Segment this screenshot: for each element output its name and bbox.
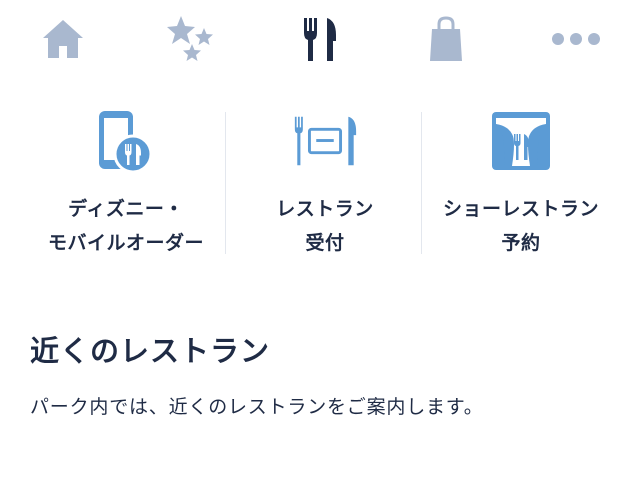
home-icon bbox=[43, 20, 83, 58]
nav-magic-button[interactable] bbox=[158, 8, 222, 70]
restaurant-features: ディズニー・ モバイルオーダー レストラン 受付 ショーレストラン 予約 bbox=[0, 108, 640, 258]
top-navigation bbox=[0, 0, 640, 78]
restaurant-reception-button[interactable]: レストラン 受付 bbox=[225, 108, 425, 258]
fork-knife-icon bbox=[304, 18, 336, 61]
show-restaurant-button[interactable]: ショーレストラン 予約 bbox=[421, 108, 621, 258]
stars-icon bbox=[167, 16, 213, 61]
restaurant-reception-icon bbox=[294, 116, 357, 166]
restaurant-reception-label-line1: レストラン bbox=[276, 198, 374, 220]
nav-more-button[interactable] bbox=[544, 8, 608, 70]
nearby-restaurants-description: パーク内では、近くのレストランをご案内します。 bbox=[30, 396, 484, 418]
mobile-order-icon bbox=[99, 111, 153, 174]
mobile-order-label-line1: ディズニー・ bbox=[68, 198, 184, 220]
feature-divider bbox=[225, 112, 226, 254]
nav-shop-button[interactable] bbox=[414, 8, 478, 70]
nearby-restaurants-title: 近くのレストラン bbox=[30, 334, 271, 368]
mobile-order-button[interactable]: ディズニー・ モバイルオーダー bbox=[26, 108, 226, 258]
show-restaurant-label-line2: 予約 bbox=[501, 232, 541, 254]
more-icon bbox=[552, 33, 600, 45]
show-restaurant-icon bbox=[492, 112, 550, 170]
nav-restaurant-button[interactable] bbox=[288, 8, 352, 70]
show-restaurant-label-line1: ショーレストラン bbox=[442, 198, 599, 220]
shopping-bag-icon bbox=[430, 16, 462, 61]
feature-divider bbox=[421, 112, 422, 254]
restaurant-reception-label-line2: 受付 bbox=[305, 232, 345, 254]
mobile-order-label-line2: モバイルオーダー bbox=[47, 232, 204, 254]
nav-home-button[interactable] bbox=[31, 8, 95, 70]
